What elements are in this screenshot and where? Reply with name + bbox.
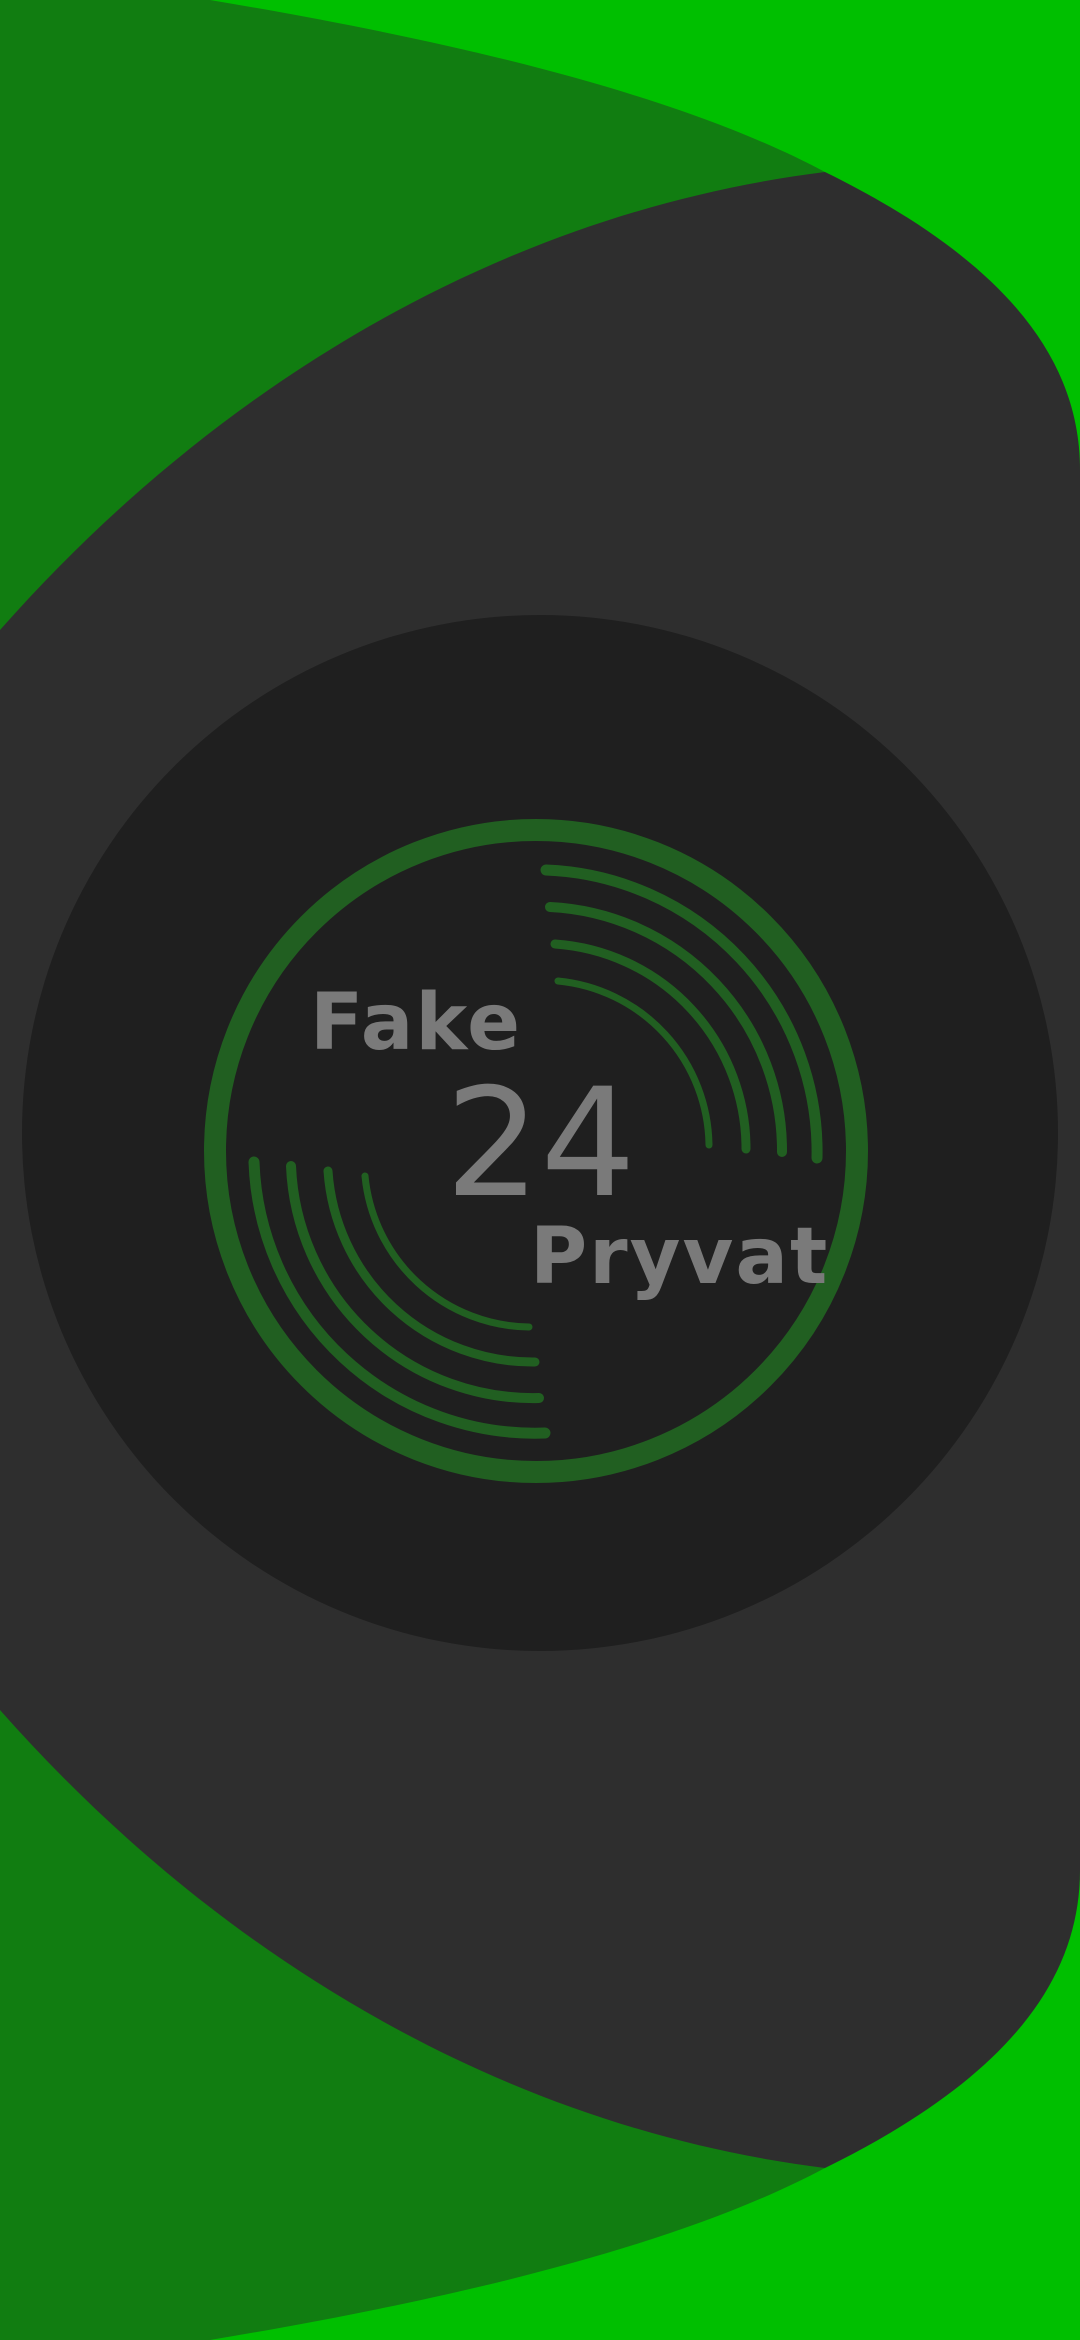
splash-background: Fake 24 Pryvat	[0, 0, 1080, 2340]
logo-word-top: Fake	[310, 978, 522, 1068]
splash-screen: Fake 24 Pryvat	[0, 0, 1080, 2340]
logo-number: 24	[445, 1057, 636, 1231]
logo-word-bottom: Pryvat	[530, 1212, 829, 1302]
